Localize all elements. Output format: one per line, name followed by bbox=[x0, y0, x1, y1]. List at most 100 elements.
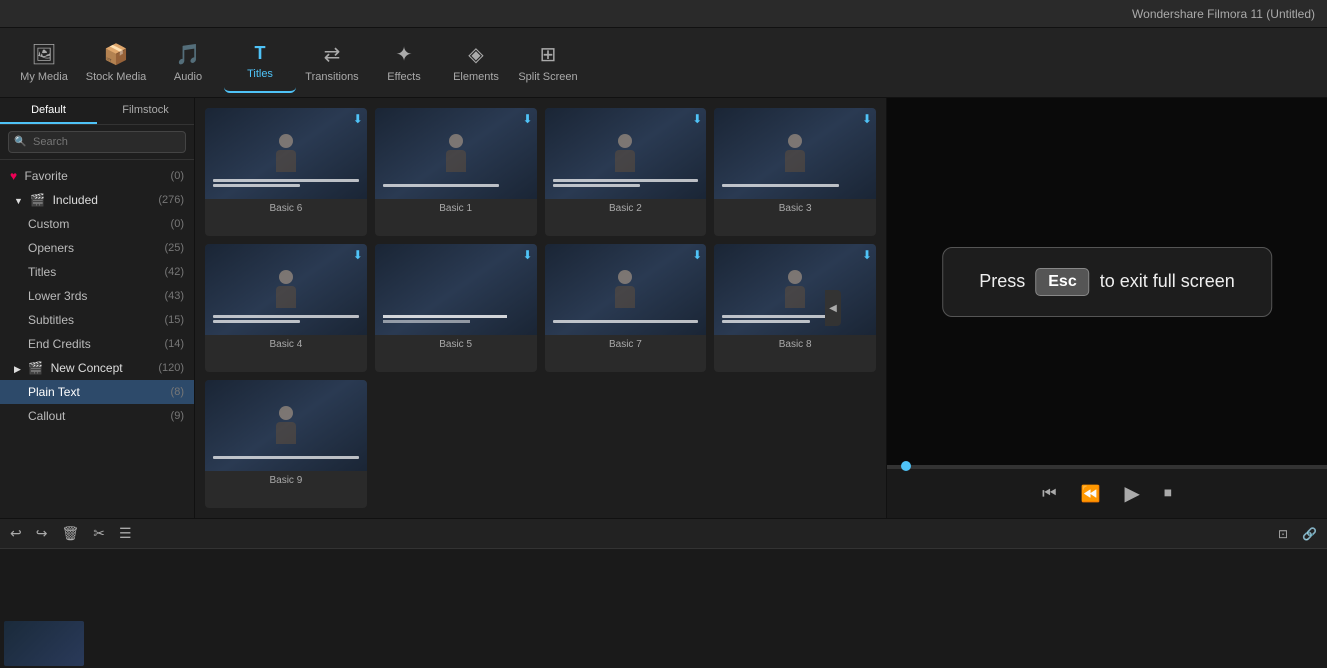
person-body bbox=[276, 422, 296, 444]
text-lines bbox=[553, 320, 699, 325]
title-card-basic5[interactable]: ⬇ Basic 5 bbox=[375, 244, 537, 372]
lorem-line-2 bbox=[383, 320, 470, 323]
sidebar-titles-count: (42) bbox=[164, 266, 184, 278]
sidebar-item-openers[interactable]: Openers (25) bbox=[0, 236, 194, 260]
person-head bbox=[788, 270, 802, 284]
text-line-short bbox=[722, 320, 809, 323]
toolbar-stock-media-label: Stock Media bbox=[86, 71, 147, 83]
toolbar-titles[interactable]: T Titles bbox=[224, 33, 296, 93]
toolbar-elements[interactable]: ◈ Elements bbox=[440, 33, 512, 93]
title-label-basic9: Basic 9 bbox=[205, 471, 367, 490]
text-line bbox=[553, 320, 699, 323]
title-card-basic2[interactable]: ⬇ Basic 2 bbox=[545, 108, 707, 236]
preview-controls: ⏮ ⏪ ▶ ⏹ bbox=[887, 468, 1327, 518]
person-body bbox=[615, 286, 635, 308]
person-head bbox=[788, 134, 802, 148]
sidebar-item-end-credits[interactable]: End Credits (14) bbox=[0, 332, 194, 356]
person-silhouette bbox=[785, 134, 805, 172]
title-card-basic8[interactable]: ⬇ Basic 8 bbox=[714, 244, 876, 372]
toolbar-split-screen[interactable]: ⊞ Split Screen bbox=[512, 33, 584, 93]
sidebar-group-new-concept[interactable]: ▶ 🎬 New Concept (120) bbox=[0, 356, 194, 380]
sidebar-tabs: Default Filmstock bbox=[0, 98, 194, 125]
menu-button[interactable]: ☰ bbox=[119, 525, 132, 542]
person-head bbox=[279, 134, 293, 148]
sidebar-new-concept-count: (120) bbox=[158, 362, 184, 374]
esc-overlay: Press Esc to exit full screen bbox=[942, 247, 1272, 317]
sidebar-item-favorite[interactable]: ♥ Favorite (0) bbox=[0, 164, 194, 188]
text-line-short bbox=[213, 320, 300, 323]
toolbar-my-media-label: My Media bbox=[20, 71, 68, 83]
person-body bbox=[615, 150, 635, 172]
cut-button[interactable]: ✂ bbox=[93, 525, 105, 542]
split-screen-icon: ⊞ bbox=[540, 42, 557, 67]
text-lines bbox=[722, 315, 868, 325]
toolbar-audio[interactable]: 🎵 Audio bbox=[152, 33, 224, 93]
sidebar-included-count: (276) bbox=[158, 194, 184, 206]
title-card-basic1[interactable]: ⬇ Basic 1 bbox=[375, 108, 537, 236]
sidebar-new-concept-label: New Concept bbox=[51, 361, 123, 375]
preview-progress-bar[interactable] bbox=[887, 465, 1327, 468]
sidebar: Default Filmstock ♥ Favorite (0) ▼ 🎬 bbox=[0, 98, 195, 518]
heart-icon: ♥ bbox=[10, 169, 17, 183]
text-line-short bbox=[553, 184, 640, 187]
sidebar-lower3rds-label: Lower 3rds bbox=[28, 289, 87, 303]
chevron-down-icon: ▼ bbox=[14, 196, 23, 206]
toolbar-transitions[interactable]: ⇄ Transitions bbox=[296, 33, 368, 93]
toolbar-elements-label: Elements bbox=[453, 71, 499, 83]
play-button[interactable]: ▶ bbox=[1120, 477, 1143, 510]
content-area: Default Filmstock ♥ Favorite (0) ▼ 🎬 bbox=[0, 98, 1327, 518]
sidebar-end-credits-label: End Credits bbox=[28, 337, 91, 351]
panel-collapse-button[interactable]: ◀ bbox=[825, 290, 841, 326]
sidebar-favorite-label: Favorite bbox=[24, 169, 67, 183]
person-silhouette bbox=[276, 406, 296, 444]
prev-frame-button[interactable]: ⏮ bbox=[1038, 481, 1060, 507]
text-line bbox=[722, 184, 839, 187]
sidebar-item-titles[interactable]: Titles (42) bbox=[0, 260, 194, 284]
download-badge: ⬇ bbox=[353, 248, 363, 262]
text-line bbox=[722, 315, 839, 318]
redo-button[interactable]: ↪ bbox=[36, 525, 48, 542]
timeline-clip[interactable] bbox=[4, 621, 84, 666]
sidebar-new-concept-icon: 🎬 bbox=[28, 361, 43, 375]
sidebar-custom-label: Custom bbox=[28, 217, 69, 231]
download-badge: ⬇ bbox=[692, 112, 702, 126]
download-badge: ⬇ bbox=[353, 112, 363, 126]
person-head bbox=[279, 406, 293, 420]
sidebar-item-plain-text[interactable]: Plain Text (8) bbox=[0, 380, 194, 404]
text-line-short bbox=[213, 184, 300, 187]
title-card-basic7[interactable]: ⬇ Basic 7 bbox=[545, 244, 707, 372]
sidebar-item-subtitles[interactable]: Subtitles (15) bbox=[0, 308, 194, 332]
delete-button[interactable]: 🗑 bbox=[61, 525, 79, 542]
download-badge: ⬇ bbox=[862, 248, 872, 262]
title-card-basic4[interactable]: ⬇ Basic 4 bbox=[205, 244, 367, 372]
title-card-basic6[interactable]: ⬇ Basic 6 bbox=[205, 108, 367, 236]
sidebar-item-lower3rds[interactable]: Lower 3rds (43) bbox=[0, 284, 194, 308]
tab-default[interactable]: Default bbox=[0, 98, 97, 124]
embed-button[interactable]: ⊡ bbox=[1278, 527, 1288, 541]
stop-button[interactable]: ⏹ bbox=[1160, 481, 1176, 507]
text-line bbox=[553, 179, 699, 182]
title-card-basic3[interactable]: ⬇ Basic 3 bbox=[714, 108, 876, 236]
title-label-basic5: Basic 5 bbox=[375, 335, 537, 354]
sidebar-item-custom[interactable]: Custom (0) bbox=[0, 212, 194, 236]
rewind-button[interactable]: ⏪ bbox=[1077, 480, 1105, 508]
top-bar: Wondershare Filmora 11 (Untitled) bbox=[0, 0, 1327, 28]
title-card-basic9[interactable]: Basic 9 bbox=[205, 380, 367, 508]
sidebar-lower3rds-count: (43) bbox=[164, 290, 184, 302]
link-button[interactable]: 🔗 bbox=[1302, 527, 1317, 541]
toolbar-stock-media[interactable]: 📦 Stock Media bbox=[80, 33, 152, 93]
person-body bbox=[785, 150, 805, 172]
text-lines bbox=[213, 315, 359, 325]
undo-button[interactable]: ↩ bbox=[10, 525, 22, 542]
esc-suffix: to exit full screen bbox=[1100, 271, 1235, 292]
download-badge: ⬇ bbox=[862, 112, 872, 126]
toolbar-my-media[interactable]: 🖼 My Media bbox=[8, 33, 80, 93]
thumbnail-basic6: ⬇ bbox=[205, 108, 367, 199]
sidebar-item-callout[interactable]: Callout (9) bbox=[0, 404, 194, 428]
toolbar-effects[interactable]: ✦ Effects bbox=[368, 33, 440, 93]
search-input[interactable] bbox=[8, 131, 186, 153]
title-label-basic4: Basic 4 bbox=[205, 335, 367, 354]
sidebar-group-included[interactable]: ▼ 🎬 Included (276) bbox=[0, 188, 194, 212]
tab-filmstock[interactable]: Filmstock bbox=[97, 98, 194, 124]
person-head bbox=[279, 270, 293, 284]
